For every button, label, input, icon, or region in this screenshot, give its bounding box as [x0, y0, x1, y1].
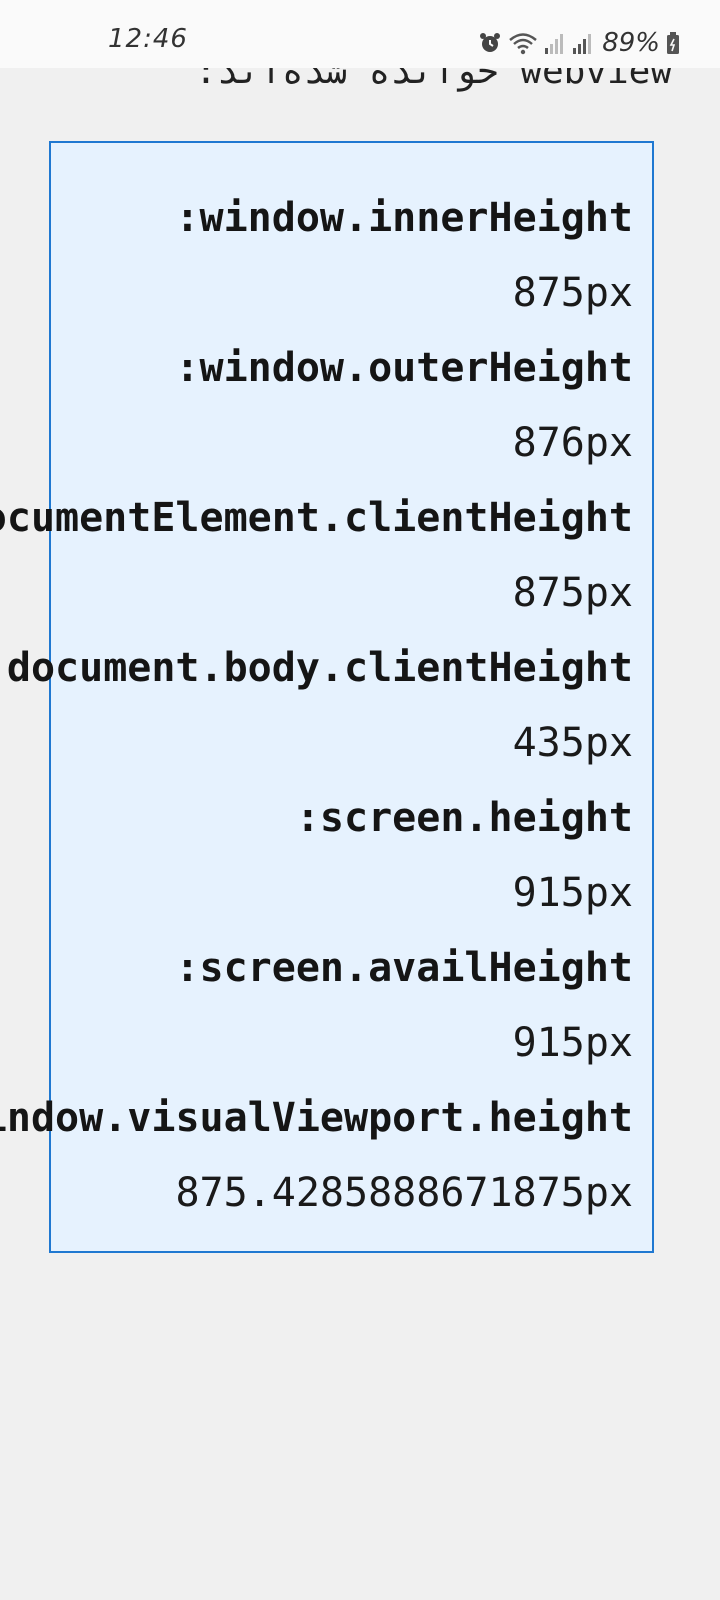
metric-label-screen-avail-height: screen.availHeight:: [175, 945, 633, 991]
metric-label-outer-height: window.outerHeight:: [175, 345, 633, 391]
metric-value-screen-avail-height: 915px: [512, 1020, 633, 1066]
metric-label-body-client-height: document.body.clientHeight:: [0, 645, 633, 691]
metric-value-outer-height: 876px: [512, 420, 633, 466]
webview-page: webview خوانده شده‌اند: window.innerHeig…: [0, 0, 720, 1600]
metric-value-inner-height: 875px: [512, 270, 633, 316]
status-time: 12:46: [108, 24, 188, 54]
metric-label-document-client-height: document.documentElement.clientHeight:: [0, 495, 633, 541]
wifi-icon: [508, 31, 538, 55]
metric-value-document-client-height: 875px: [512, 570, 633, 616]
battery-icon: [666, 31, 680, 55]
metric-value-screen-height: 915px: [512, 870, 633, 916]
metric-label-visual-viewport-height: window.visualViewport.height:: [0, 1095, 633, 1141]
battery-percent: 89%: [602, 28, 660, 58]
status-bar: 12:46 89%: [0, 0, 720, 68]
metric-value-visual-viewport-height: 875.4285888671875px: [175, 1170, 633, 1216]
metric-label-screen-height: screen.height:: [295, 795, 633, 841]
signal-icon: [544, 31, 566, 55]
metric-label-inner-height: window.innerHeight:: [175, 195, 633, 241]
signal-icon: [572, 31, 594, 55]
status-icons: 89%: [478, 28, 680, 58]
metric-value-body-client-height: 435px: [512, 720, 633, 766]
alarm-icon: [478, 31, 502, 55]
metrics-list: window.innerHeight: 875px window.outerHe…: [0, 181, 633, 1231]
